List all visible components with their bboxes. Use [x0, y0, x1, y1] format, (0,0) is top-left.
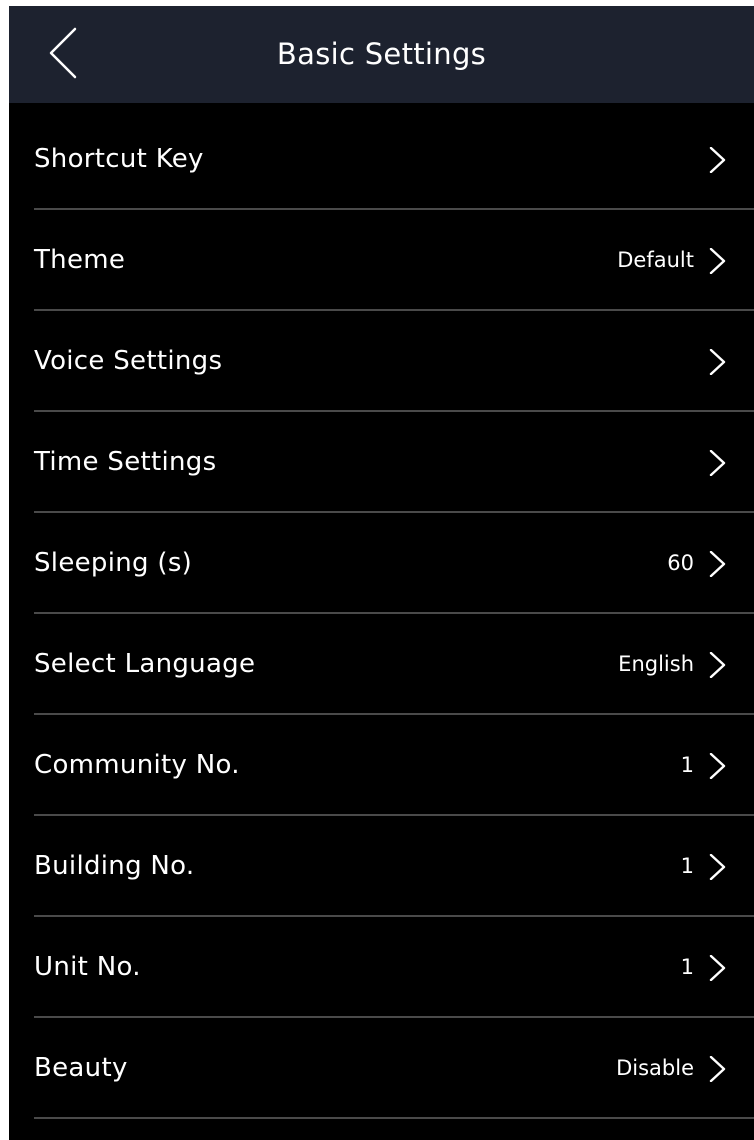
divider: [34, 1117, 754, 1119]
settings-item-label: Building No.: [34, 851, 195, 881]
chevron-right-icon: [709, 652, 727, 678]
chevron-right-icon: [709, 551, 727, 577]
settings-item-label: Sleeping (s): [34, 548, 193, 578]
settings-item-community-no[interactable]: Community No. 1: [9, 715, 754, 816]
settings-item-value: English: [618, 652, 694, 676]
header-bar: Basic Settings: [9, 6, 754, 103]
settings-item-label: Unit No.: [34, 952, 141, 982]
settings-item-shortcut-key[interactable]: Shortcut Key: [9, 109, 754, 210]
settings-item-sleeping[interactable]: Sleeping (s) 60: [9, 513, 754, 614]
settings-list: Shortcut Key Theme Default Voice Setting…: [9, 109, 754, 1119]
chevron-right-icon: [709, 349, 727, 375]
settings-item-label: Time Settings: [34, 447, 217, 477]
chevron-right-icon: [709, 854, 727, 880]
chevron-right-icon: [709, 147, 727, 173]
settings-item-label: Theme: [34, 245, 126, 275]
settings-item-value: 1: [680, 955, 694, 979]
settings-item-time-settings[interactable]: Time Settings: [9, 412, 754, 513]
settings-item-value: 60: [667, 551, 694, 575]
settings-item-voice-settings[interactable]: Voice Settings: [9, 311, 754, 412]
chevron-right-icon: [709, 955, 727, 981]
settings-item-value: Disable: [616, 1056, 694, 1080]
chevron-right-icon: [709, 450, 727, 476]
settings-item-label: Community No.: [34, 750, 240, 780]
settings-item-value: 1: [680, 854, 694, 878]
settings-item-theme[interactable]: Theme Default: [9, 210, 754, 311]
page-title: Basic Settings: [276, 37, 487, 71]
chevron-right-icon: [709, 248, 727, 274]
settings-item-label: Shortcut Key: [34, 144, 204, 174]
settings-item-value: Default: [617, 248, 694, 272]
settings-screen: Basic Settings Shortcut Key Theme Defaul…: [9, 6, 754, 1140]
chevron-right-icon: [709, 753, 727, 779]
settings-item-select-language[interactable]: Select Language English: [9, 614, 754, 715]
settings-item-label: Voice Settings: [34, 346, 223, 376]
settings-item-label: Select Language: [34, 649, 256, 679]
settings-item-beauty[interactable]: Beauty Disable: [9, 1018, 754, 1119]
chevron-right-icon: [709, 1056, 727, 1082]
settings-item-label: Beauty: [34, 1053, 128, 1083]
settings-item-unit-no[interactable]: Unit No. 1: [9, 917, 754, 1018]
settings-item-building-no[interactable]: Building No. 1: [9, 816, 754, 917]
settings-item-value: 1: [680, 753, 694, 777]
